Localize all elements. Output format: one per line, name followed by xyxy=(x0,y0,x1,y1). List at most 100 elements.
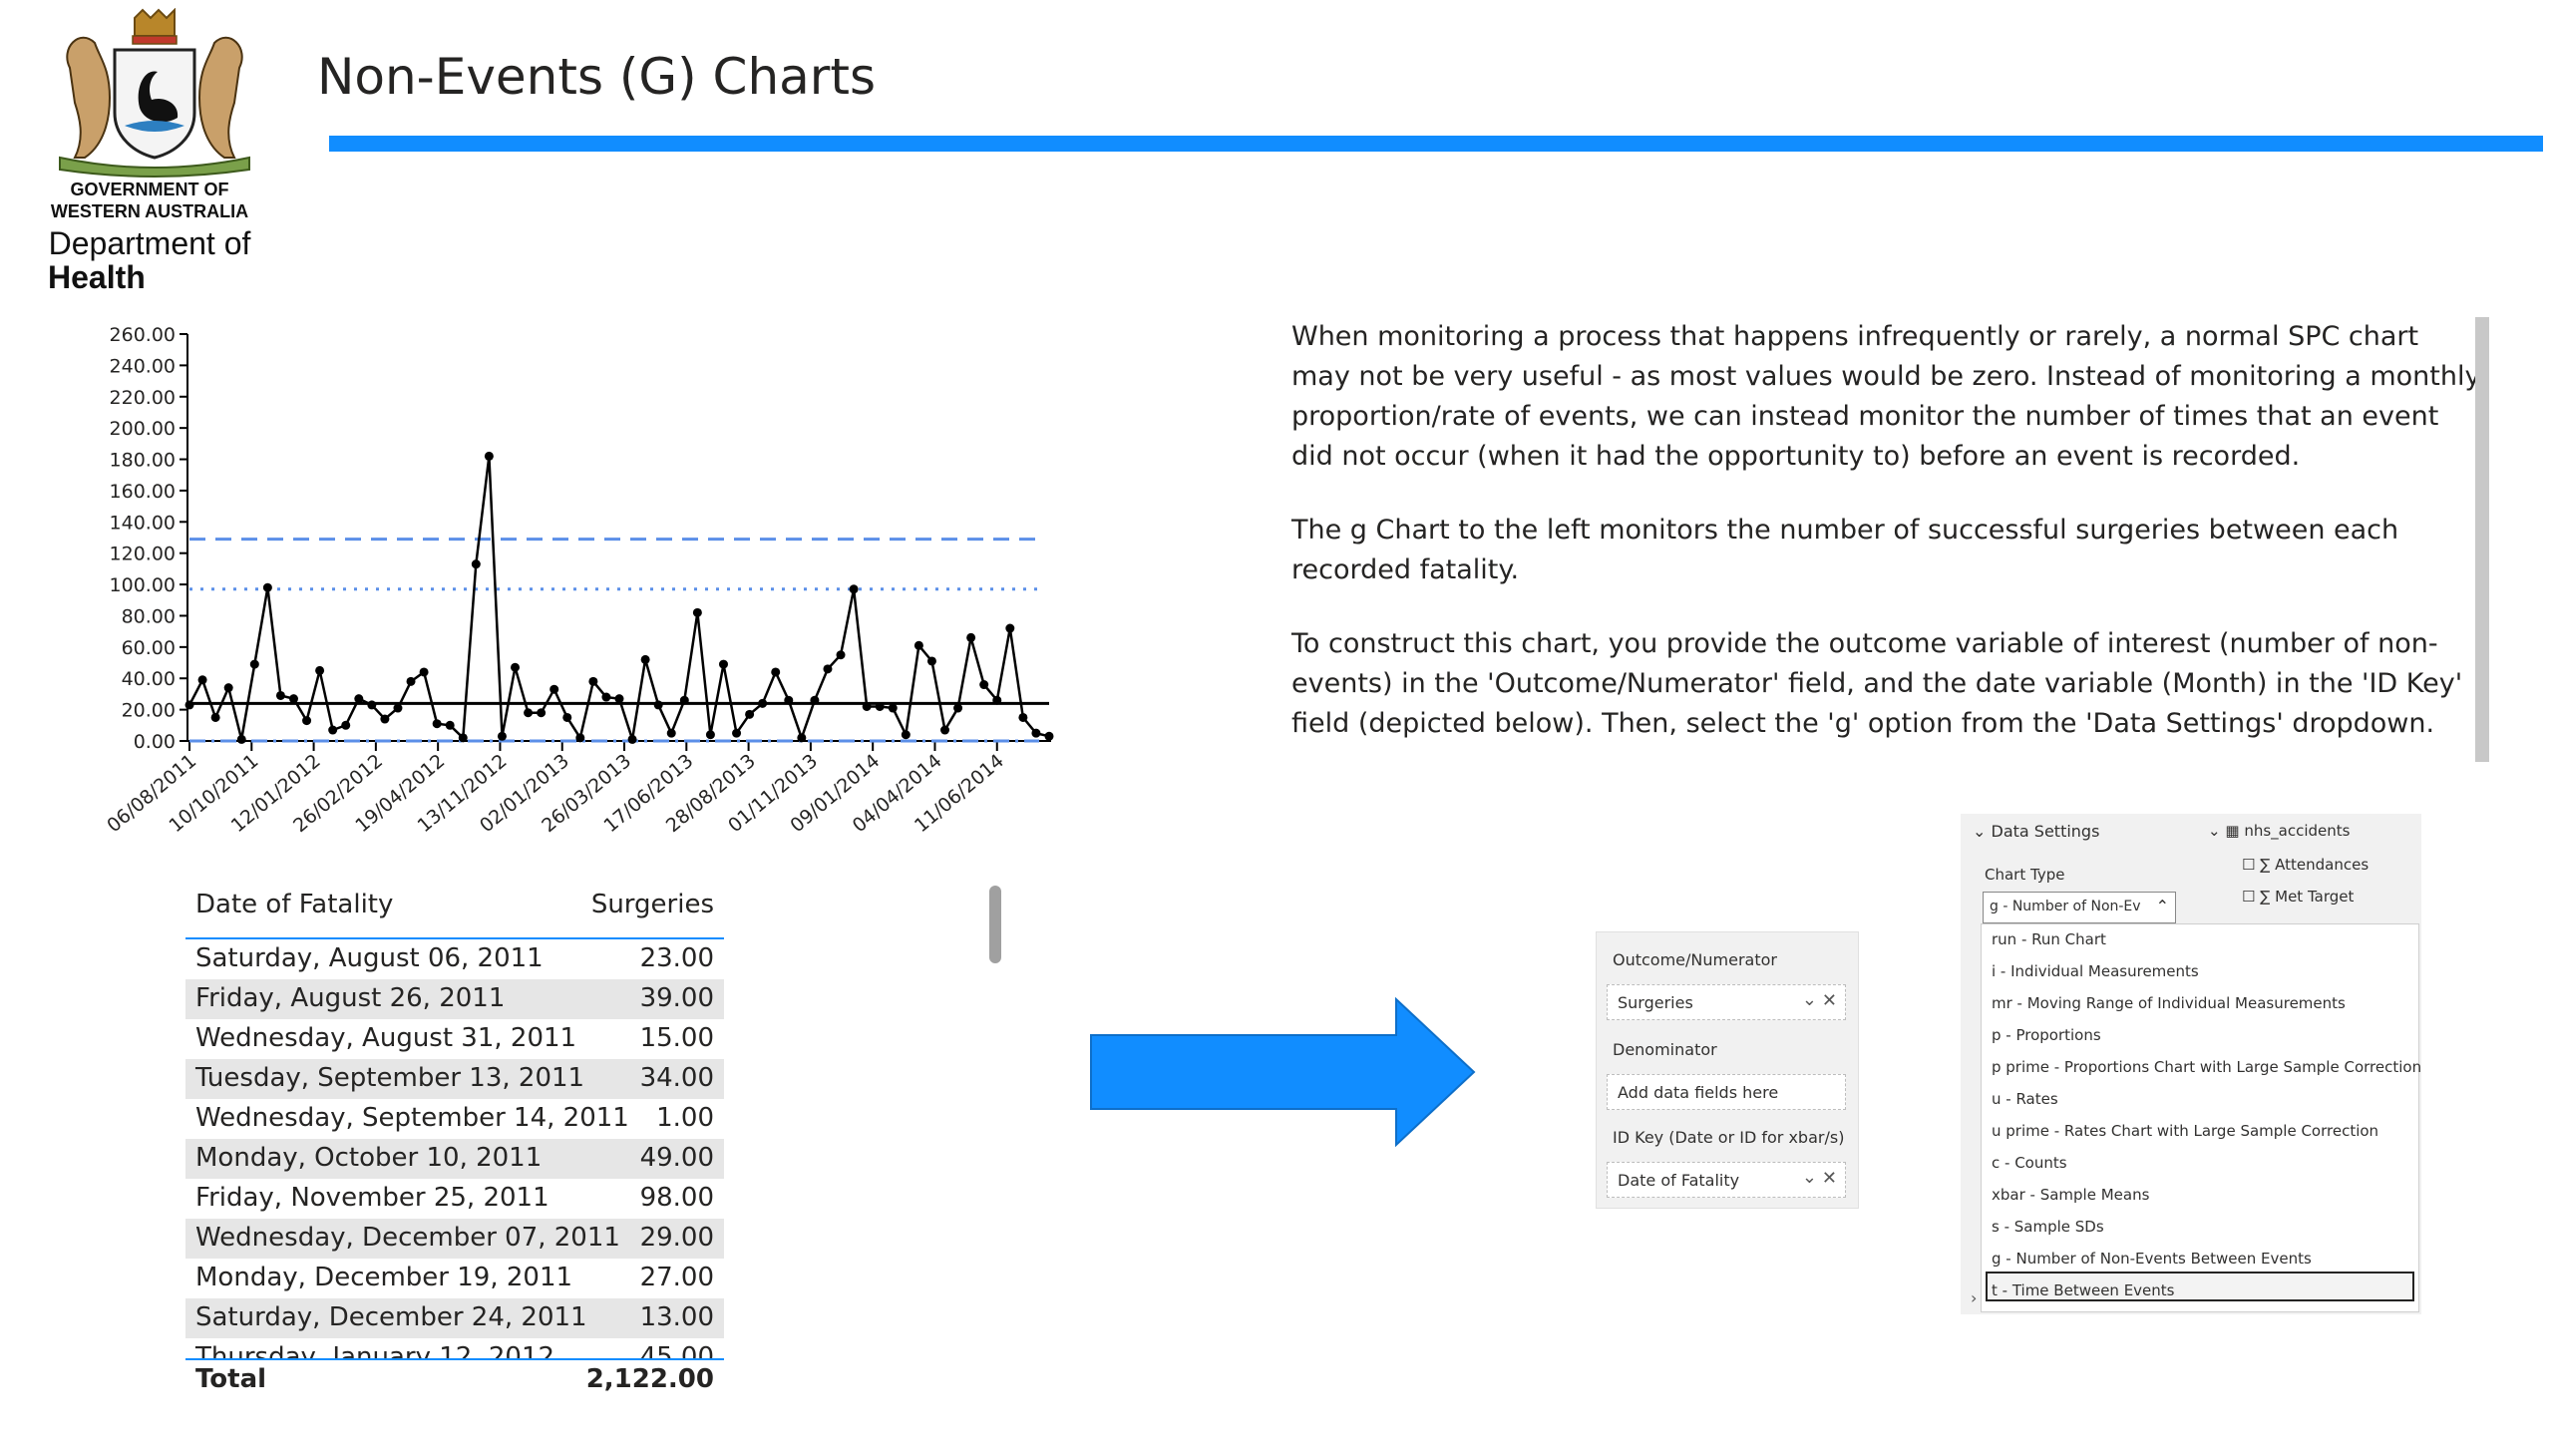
data-point xyxy=(588,676,598,686)
data-point xyxy=(367,700,377,710)
checkbox-icon[interactable]: ☐ xyxy=(2242,888,2255,906)
data-point xyxy=(380,714,390,724)
chevron-down-icon[interactable]: ⌄ xyxy=(2208,822,2221,840)
data-point xyxy=(562,712,572,722)
field-met-target[interactable]: ☐ ∑ Met Target xyxy=(2242,888,2354,906)
y-tick-label: 80.00 xyxy=(122,605,176,627)
chart-type-option[interactable]: xbar - Sample Means xyxy=(1992,1186,2149,1204)
chart-type-option[interactable]: p - Proportions xyxy=(1992,1026,2101,1044)
outcome-numerator-label: Outcome/Numerator xyxy=(1613,950,1777,969)
table-row[interactable]: Wednesday, August 31, 2011 15.00 xyxy=(185,1019,724,1059)
field-name: Attendances xyxy=(2275,856,2370,874)
chevron-up-icon[interactable]: ⌃ xyxy=(2156,897,2169,915)
data-point xyxy=(406,676,416,686)
data-point xyxy=(966,632,976,642)
chart-type-option[interactable]: i - Individual Measurements xyxy=(1992,962,2199,980)
table-row[interactable]: Wednesday, December 07, 2011 29.00 xyxy=(185,1219,724,1259)
chart-type-option[interactable]: u prime - Rates Chart with Large Sample … xyxy=(1992,1122,2378,1140)
data-point xyxy=(901,730,911,740)
column-header-surgeries[interactable]: Surgeries xyxy=(591,890,714,919)
chevron-right-icon[interactable]: › xyxy=(1971,1288,1977,1307)
data-point xyxy=(236,734,246,744)
chart-type-option[interactable]: s - Sample SDs xyxy=(1992,1218,2104,1236)
field-attendances[interactable]: ☐ ∑ Attendances xyxy=(2242,856,2369,874)
chart-type-select[interactable]: g - Number of Non-Ev ⌃ xyxy=(1983,892,2176,923)
data-point xyxy=(797,733,807,743)
table-row[interactable]: Tuesday, September 13, 2011 34.00 xyxy=(185,1059,724,1099)
data-point xyxy=(940,725,950,735)
surgeries-cell: 23.00 xyxy=(639,943,714,973)
id-key-label: ID Key (Date or ID for xbar/s) xyxy=(1613,1128,1845,1147)
data-point xyxy=(913,640,923,650)
org-department-line: Department of xyxy=(48,225,251,261)
chart-type-selected-value: g - Number of Non-Ev xyxy=(1990,899,2141,914)
fields-pane: ⌄ ▦ nhs_accidents ☐ ∑ Attendances ☐ ∑ Me… xyxy=(2202,814,2421,923)
surgeries-cell: 13.00 xyxy=(639,1302,714,1332)
page-title: Non-Events (G) Charts xyxy=(317,48,877,106)
table-nhs-accidents[interactable]: ⌄ ▦ nhs_accidents xyxy=(2208,822,2350,840)
chevron-down-icon[interactable]: ⌄ xyxy=(1802,1167,1817,1188)
y-tick-label: 20.00 xyxy=(122,700,176,722)
data-point xyxy=(184,700,194,710)
data-point xyxy=(732,728,742,738)
date-cell: Wednesday, August 31, 2011 xyxy=(195,1023,577,1053)
chart-type-option[interactable]: t - Time Between Events xyxy=(1992,1281,2175,1299)
data-point xyxy=(1005,623,1015,633)
table-body: Saturday, August 06, 2011 23.00 Friday, Au… xyxy=(185,939,724,1360)
data-point xyxy=(288,694,298,704)
table-row[interactable]: Thursday, January 12, 2012 45.00 xyxy=(185,1338,724,1358)
table-row[interactable]: Saturday, August 06, 2011 23.00 xyxy=(185,939,724,979)
data-point xyxy=(953,703,963,713)
data-point xyxy=(862,701,872,711)
chart-type-option[interactable]: mr - Moving Range of Individual Measurem… xyxy=(1992,994,2346,1012)
title-underline-bar xyxy=(329,136,2543,152)
data-point xyxy=(758,698,768,708)
data-point xyxy=(354,694,364,704)
data-point xyxy=(849,584,859,594)
table-row[interactable]: Monday, October 10, 2011 49.00 xyxy=(185,1139,724,1179)
data-point xyxy=(223,683,233,693)
description-paragraph-3: To construct this chart, you provide the… xyxy=(1291,628,2463,739)
surgeries-cell: 39.00 xyxy=(639,983,714,1013)
table-row[interactable]: Monday, December 19, 2011 27.00 xyxy=(185,1259,724,1298)
field-name: Met Target xyxy=(2275,888,2355,906)
data-settings-header[interactable]: ⌄ Data Settings xyxy=(1973,822,2099,841)
data-point xyxy=(210,712,220,722)
table-row[interactable]: Friday, November 25, 2011 98.00 xyxy=(185,1179,724,1219)
data-point xyxy=(419,667,429,677)
checkbox-icon[interactable]: ☐ xyxy=(2242,856,2255,874)
y-tick-label: 40.00 xyxy=(122,668,176,690)
close-icon[interactable]: ✕ xyxy=(1822,990,1837,1011)
column-header-date[interactable]: Date of Fatality xyxy=(195,890,393,919)
field-well-panel: Outcome/Numerator Surgeries ⌄ ✕ Denomina… xyxy=(1596,931,1859,1209)
total-label: Total xyxy=(195,1364,267,1394)
outcome-numerator-field[interactable]: Surgeries ⌄ ✕ xyxy=(1607,984,1846,1020)
data-point xyxy=(471,559,481,569)
chart-type-option[interactable]: u - Rates xyxy=(1992,1090,2058,1108)
close-icon[interactable]: ✕ xyxy=(1822,1168,1837,1189)
id-key-field[interactable]: Date of Fatality ⌄ ✕ xyxy=(1607,1162,1846,1198)
chart-type-option[interactable]: g - Number of Non-Events Between Events xyxy=(1992,1250,2312,1268)
data-point xyxy=(458,733,468,743)
chart-type-option[interactable]: c - Counts xyxy=(1992,1154,2067,1172)
table-row[interactable]: Saturday, December 24, 2011 13.00 xyxy=(185,1298,724,1338)
table-row[interactable]: Wednesday, September 14, 2011 1.00 xyxy=(185,1099,724,1139)
table-row[interactable]: Friday, August 26, 2011 39.00 xyxy=(185,979,724,1019)
table-scrollbar[interactable] xyxy=(989,886,1001,963)
data-point xyxy=(875,701,885,711)
data-point xyxy=(445,720,455,730)
chart-type-option[interactable]: p prime - Proportions Chart with Large S… xyxy=(1992,1058,2421,1076)
chevron-down-icon[interactable]: ⌄ xyxy=(1973,822,1986,841)
date-cell: Monday, December 19, 2011 xyxy=(195,1263,573,1292)
description-scrollbar[interactable] xyxy=(2475,317,2489,762)
chart-type-option[interactable]: run - Run Chart xyxy=(1992,930,2106,948)
denominator-field[interactable]: Add data fields here xyxy=(1607,1074,1846,1110)
chart-type-dropdown-list: run - Run Chart i - Individual Measuremen… xyxy=(1981,923,2421,1312)
y-tick-label: 100.00 xyxy=(110,574,176,596)
data-settings-panel: ⌄ Data Settings Chart Type g - Number of… xyxy=(1961,814,2421,1314)
description-text: When monitoring a process that happens i… xyxy=(1291,317,2483,778)
right-arrow-icon xyxy=(1090,997,1476,1147)
id-key-field-value: Date of Fatality xyxy=(1618,1171,1740,1190)
chevron-down-icon[interactable]: ⌄ xyxy=(1802,989,1817,1010)
g-chart: 260.00 240.00 220.00 200.00 180.00 160.00 140.… xyxy=(103,324,1054,837)
